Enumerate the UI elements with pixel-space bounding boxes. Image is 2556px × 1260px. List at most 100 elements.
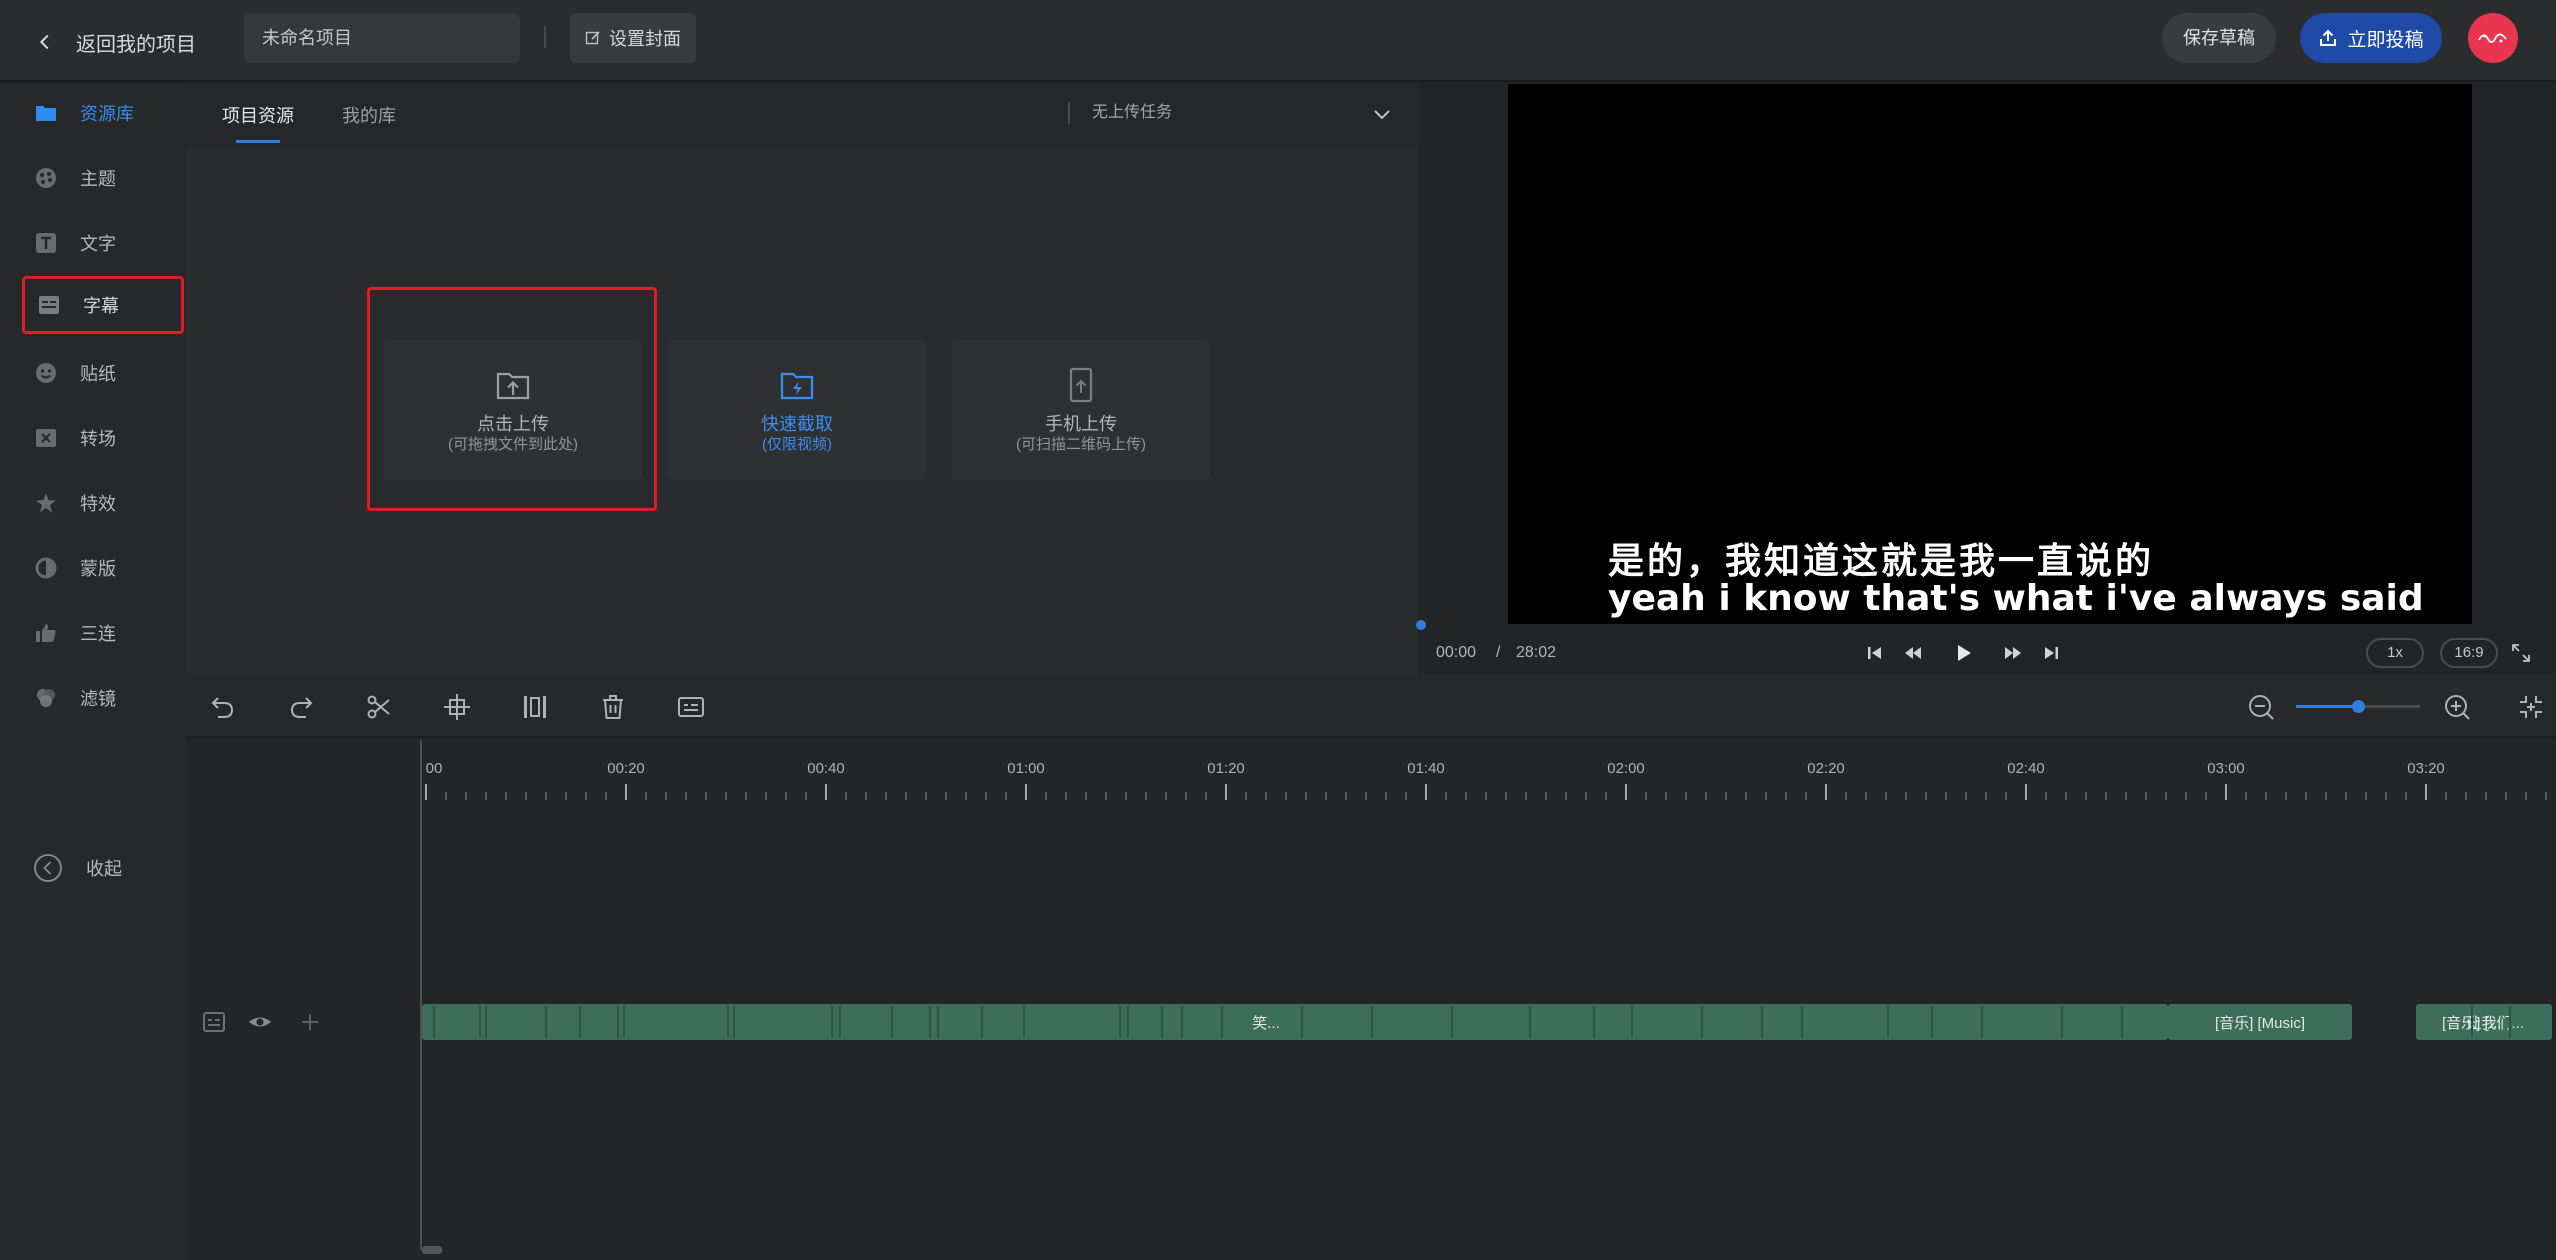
tick-label: 00:40 xyxy=(807,760,845,777)
effect-icon xyxy=(36,493,56,513)
collapse-sidebar-button[interactable]: 收起 xyxy=(32,852,122,884)
delete-icon[interactable] xyxy=(598,692,628,722)
top-header: 返回我的项目 未命名项目 设置封面 保存草稿 立即投稿 xyxy=(0,0,2556,82)
tab-project-resources[interactable]: 项目资源 xyxy=(222,102,294,128)
clip-label: 让我们... xyxy=(2466,1014,2524,1032)
tab-my-library[interactable]: 我的库 xyxy=(342,102,396,128)
subtitle-track-icon xyxy=(203,1012,225,1032)
progress-handle[interactable] xyxy=(1416,620,1426,630)
sidebar-item-sticker[interactable]: 贴纸 xyxy=(22,344,184,402)
set-cover-label: 设置封面 xyxy=(609,29,681,49)
chevron-left-icon xyxy=(39,34,49,50)
subtitle-clip-group[interactable] xyxy=(422,1004,2168,1040)
eye-icon[interactable] xyxy=(248,1010,272,1034)
sticker-icon xyxy=(36,363,56,383)
left-sidebar: 资源库 主题 文字 字幕 贴纸 转场 特效 蒙版 三连 滤镜 收起 xyxy=(0,84,186,1260)
zoom-out-icon[interactable] xyxy=(2246,692,2276,722)
sidebar-item-label: 主题 xyxy=(80,169,116,189)
tick-label: 02:20 xyxy=(1807,760,1845,777)
undo-icon[interactable] xyxy=(208,692,238,722)
sidebar-item-filter[interactable]: 滤镜 xyxy=(22,669,184,727)
tick-label: 01:40 xyxy=(1407,760,1445,777)
sidebar-item-transition[interactable]: 转场 xyxy=(22,409,184,467)
save-draft-button[interactable]: 保存草稿 xyxy=(2162,13,2276,63)
video-preview-panel: 是的，我知道这就是我一直说的 yeah i know that's what i… xyxy=(1416,84,2556,674)
highlight-box xyxy=(367,287,657,511)
tick-label: 02:00 xyxy=(1607,760,1645,777)
sidebar-item-text[interactable]: 文字 xyxy=(22,214,184,272)
split-icon[interactable] xyxy=(364,692,394,722)
clip-label: 笑... xyxy=(1252,1014,1280,1032)
chevron-down-icon[interactable] xyxy=(1370,102,1394,126)
phone-upload-icon xyxy=(1069,367,1093,403)
timeline-area: 00 00:20 00:40 01:00 01:20 01:40 02:00 02:20 02:… xyxy=(186,740,2556,1260)
card-subtitle: (可扫描二维码上传) xyxy=(1016,436,1146,453)
project-name-input[interactable]: 未命名项目 xyxy=(244,13,520,63)
subtitle-chinese: 是的，我知道这就是我一直说的 xyxy=(1608,541,2155,582)
tick-label: 01:20 xyxy=(1207,760,1245,777)
sidebar-item-label: 文字 xyxy=(80,234,116,254)
fast-forward-icon[interactable] xyxy=(2002,642,2024,664)
sidebar-item-subtitle[interactable]: 字幕 xyxy=(22,276,184,334)
video-canvas[interactable]: 是的，我知道这就是我一直说的 yeah i know that's what i… xyxy=(1508,84,2472,624)
active-tab-indicator xyxy=(236,140,280,143)
zoom-slider[interactable] xyxy=(2296,700,2420,713)
tick-label: 03:00 xyxy=(2207,760,2245,777)
sidebar-item-label: 转场 xyxy=(80,429,116,449)
sidebar-item-mask[interactable]: 蒙版 xyxy=(22,539,184,597)
sidebar-item-effect[interactable]: 特效 xyxy=(22,474,184,532)
rewind-icon[interactable] xyxy=(1902,642,1924,664)
crop-move-icon[interactable] xyxy=(442,692,472,722)
add-track-icon[interactable] xyxy=(298,1010,322,1034)
sidebar-item-label: 字幕 xyxy=(83,296,119,316)
set-cover-button[interactable]: 设置封面 xyxy=(570,13,696,63)
skip-start-icon[interactable] xyxy=(1864,642,1886,664)
text-icon xyxy=(36,233,56,253)
skip-end-icon[interactable] xyxy=(2040,642,2062,664)
sidebar-item-library[interactable]: 资源库 xyxy=(22,84,184,142)
transition-icon xyxy=(36,429,56,447)
freeze-frame-icon[interactable] xyxy=(520,692,550,722)
quick-capture-card[interactable]: 快速截取 (仅限视频) xyxy=(668,340,926,480)
submit-button[interactable]: 立即投稿 xyxy=(2300,13,2442,63)
timeline-scrollbar[interactable] xyxy=(422,1246,442,1254)
subtitle-icon xyxy=(39,296,59,314)
play-icon[interactable] xyxy=(1952,642,1974,664)
sidebar-item-theme[interactable]: 主题 xyxy=(22,149,184,207)
sidebar-item-label: 资源库 xyxy=(80,104,134,124)
total-time: 28:02 xyxy=(1516,644,1557,661)
folder-flash-icon xyxy=(780,372,814,400)
timeline-ruler[interactable]: 00 00:20 00:40 01:00 01:20 01:40 02:00 02:20 02:… xyxy=(418,740,2556,800)
collapse-label: 收起 xyxy=(86,859,122,879)
redo-icon[interactable] xyxy=(286,692,316,722)
avatar-logo-icon xyxy=(2478,33,2507,43)
playhead[interactable] xyxy=(420,740,422,1250)
thumbs-up-icon xyxy=(36,624,56,642)
sidebar-item-label: 蒙版 xyxy=(80,559,116,579)
playback-controls: 00:00 / 28:02 1x 16:9 xyxy=(1420,632,2556,674)
zoom-slider-handle[interactable] xyxy=(2352,700,2365,713)
header-divider xyxy=(544,26,546,48)
sidebar-item-triple[interactable]: 三连 xyxy=(22,604,184,662)
timeline-toolbar xyxy=(186,674,2556,738)
aspect-ratio-selector[interactable]: 16:9 xyxy=(2440,638,2498,668)
tick-label: 03:20 xyxy=(2407,760,2445,777)
mask-icon xyxy=(35,557,57,579)
tick-label: 00 xyxy=(425,760,443,777)
sidebar-item-label: 三连 xyxy=(80,624,116,644)
speed-selector[interactable]: 1x xyxy=(2366,638,2424,668)
back-to-projects-button[interactable]: 返回我的项目 xyxy=(34,22,196,62)
fullscreen-icon[interactable] xyxy=(2510,642,2532,664)
sidebar-item-label: 滤镜 xyxy=(80,689,116,709)
avatar[interactable] xyxy=(2468,13,2518,63)
edit-icon xyxy=(585,31,600,45)
zoom-in-icon[interactable] xyxy=(2442,692,2472,722)
caption-icon[interactable] xyxy=(676,692,706,722)
sidebar-item-label: 贴纸 xyxy=(80,364,116,384)
collapse-icon xyxy=(34,854,62,882)
subtitle-clip[interactable]: [音乐] [Music] xyxy=(2168,1004,2352,1040)
mobile-upload-card[interactable]: 手机上传 (可扫描二维码上传) xyxy=(952,340,1210,480)
resource-tabs: 项目资源 我的库 无上传任务 xyxy=(186,84,1418,146)
fit-timeline-icon[interactable] xyxy=(2516,692,2546,722)
tick-label: 00:20 xyxy=(607,760,645,777)
